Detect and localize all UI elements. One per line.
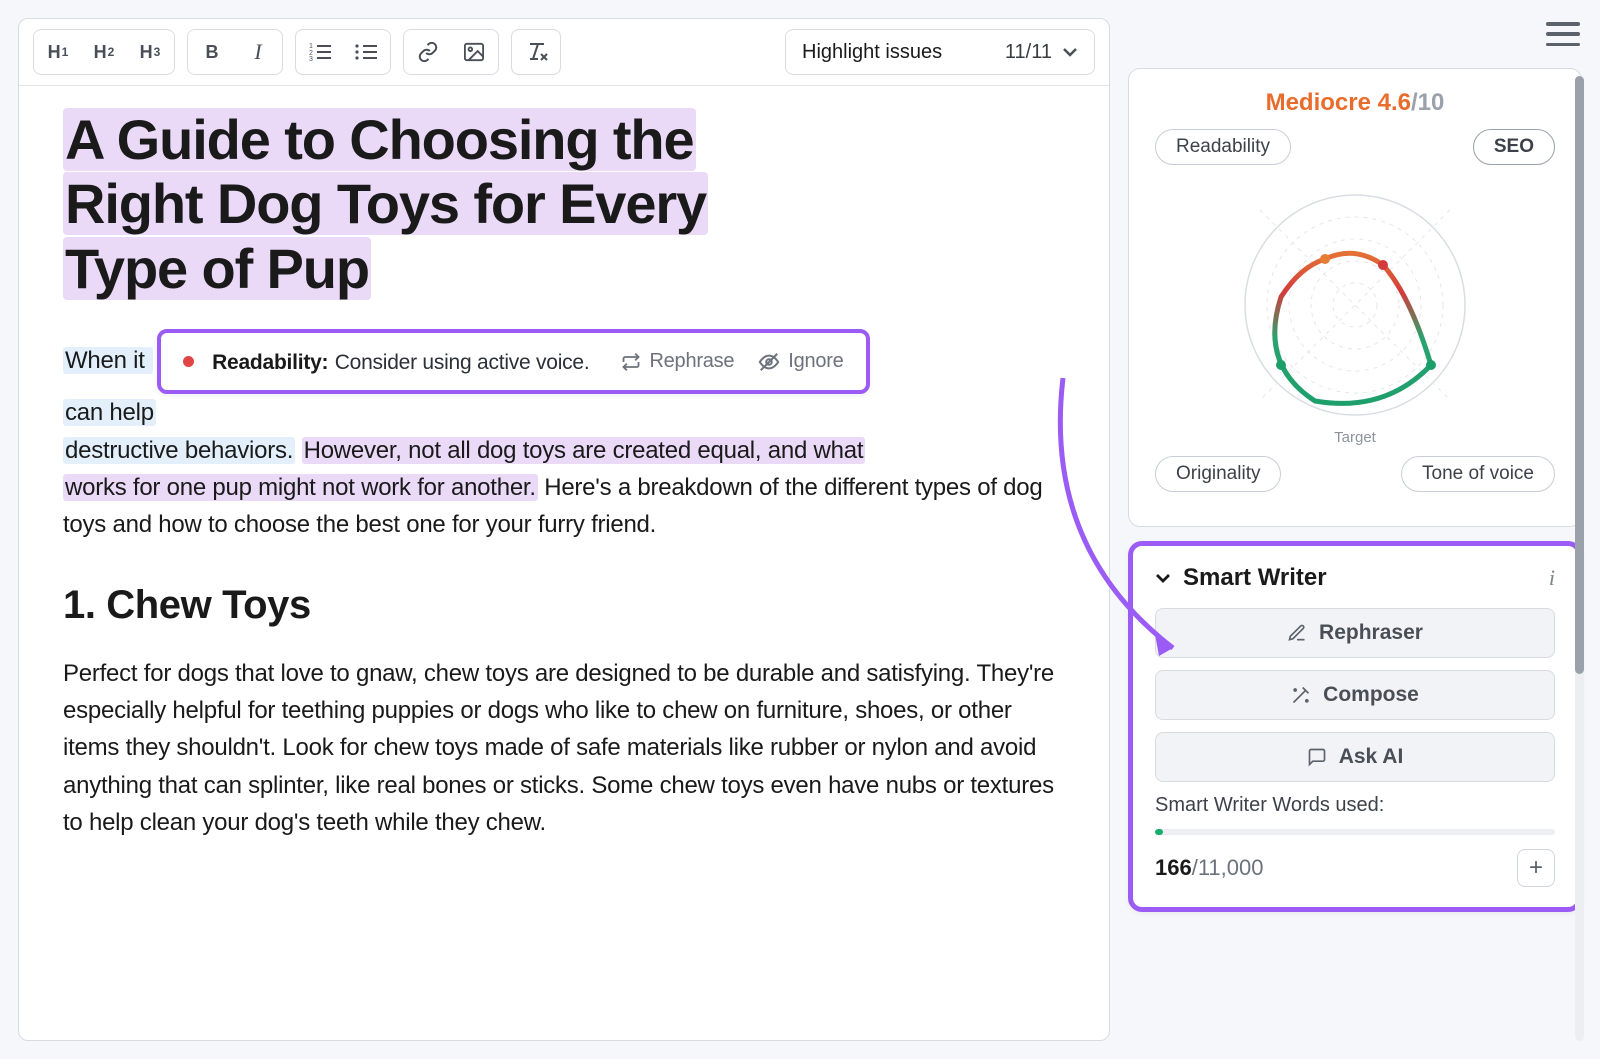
link-icon: [417, 41, 439, 63]
intro-paragraph: When it Readability: Consider using acti…: [63, 329, 1065, 543]
pill-readability[interactable]: Readability: [1155, 129, 1291, 165]
target-label: Target: [1151, 429, 1559, 446]
rephraser-icon: [1287, 623, 1307, 643]
pill-originality[interactable]: Originality: [1155, 456, 1281, 492]
issues-count: 11/11: [1005, 41, 1052, 64]
radar-chart: [1151, 175, 1559, 435]
scrollbar[interactable]: [1575, 76, 1584, 1041]
page-title: A Guide to Choosing the Right Dog Toys f…: [63, 108, 1065, 301]
svg-text:3: 3: [309, 56, 313, 61]
radar-chart-svg: [1215, 175, 1495, 435]
hamburger-icon: [1546, 22, 1580, 26]
usage-label: Smart Writer Words used:: [1155, 794, 1555, 817]
h3-label: H: [140, 42, 153, 63]
h2-label: H: [94, 42, 107, 63]
list-group: 123: [295, 29, 391, 75]
h1-button[interactable]: H1: [36, 32, 80, 72]
ordered-list-icon: 123: [309, 43, 331, 61]
chat-icon: [1307, 747, 1327, 767]
bold-button[interactable]: B: [190, 32, 234, 72]
section-1-body: Perfect for dogs that love to gnaw, chew…: [63, 655, 1065, 841]
clear-format-button[interactable]: [514, 32, 558, 72]
usage-fill: [1155, 829, 1163, 835]
eye-off-icon: [758, 351, 780, 373]
link-button[interactable]: [406, 32, 450, 72]
score-card: Mediocre 4.6/10 Readability SEO: [1128, 68, 1582, 527]
chevron-down-icon: [1155, 572, 1171, 584]
insert-group: [403, 29, 499, 75]
highlight-issues-select[interactable]: Highlight issues 11/11: [785, 29, 1095, 75]
highlight-issues-label: Highlight issues: [802, 41, 942, 64]
h3-button[interactable]: H3: [128, 32, 172, 72]
ordered-list-button[interactable]: 123: [298, 32, 342, 72]
heading-group: H1 H2 H3: [33, 29, 175, 75]
document-body[interactable]: A Guide to Choosing the Right Dog Toys f…: [19, 86, 1109, 863]
rephrase-icon: [621, 352, 641, 372]
compose-button[interactable]: Compose: [1155, 670, 1555, 720]
smart-writer-title[interactable]: Smart Writer: [1155, 564, 1327, 592]
usage-bar: [1155, 829, 1555, 835]
ignore-button[interactable]: Ignore: [758, 346, 843, 377]
pill-tone[interactable]: Tone of voice: [1401, 456, 1555, 492]
compose-icon: [1291, 685, 1311, 705]
image-icon: [463, 42, 485, 62]
clear-format-icon: [524, 41, 548, 63]
svg-text:1: 1: [309, 43, 313, 50]
severity-dot-icon: [183, 356, 194, 367]
chevron-down-icon: [1062, 46, 1078, 58]
rephraser-button[interactable]: Rephraser: [1155, 608, 1555, 658]
score-heading: Mediocre 4.6/10: [1151, 89, 1559, 117]
section-1-title: 1. Chew Toys: [63, 575, 1065, 635]
usage-value: 166/11,000: [1155, 855, 1264, 881]
suggestion-text: Consider using active voice.: [335, 351, 590, 374]
h2-button[interactable]: H2: [82, 32, 126, 72]
h1-label: H: [48, 42, 61, 63]
scrollbar-thumb[interactable]: [1575, 76, 1584, 674]
menu-button[interactable]: [1544, 18, 1582, 50]
ask-ai-button[interactable]: Ask AI: [1155, 732, 1555, 782]
smart-writer-card: Smart Writer i Rephraser Compose Ask AI …: [1128, 541, 1582, 912]
unordered-list-button[interactable]: [344, 32, 388, 72]
sidebar: Mediocre 4.6/10 Readability SEO: [1128, 18, 1582, 1041]
format-group: B I: [187, 29, 283, 75]
rephrase-button[interactable]: Rephrase: [621, 346, 734, 377]
suggestion-category: Readability:: [212, 351, 328, 374]
add-words-button[interactable]: +: [1517, 849, 1555, 887]
pill-seo[interactable]: SEO: [1473, 129, 1555, 165]
toolbar: H1 H2 H3 B I 123: [19, 19, 1109, 86]
info-icon[interactable]: i: [1549, 565, 1555, 591]
italic-button[interactable]: I: [236, 32, 280, 72]
editor-pane: H1 H2 H3 B I 123: [18, 18, 1110, 1041]
image-button[interactable]: [452, 32, 496, 72]
suggestion-popover: Readability: Consider using active voice…: [157, 329, 869, 394]
unordered-list-icon: [355, 43, 377, 61]
clear-group: [511, 29, 561, 75]
